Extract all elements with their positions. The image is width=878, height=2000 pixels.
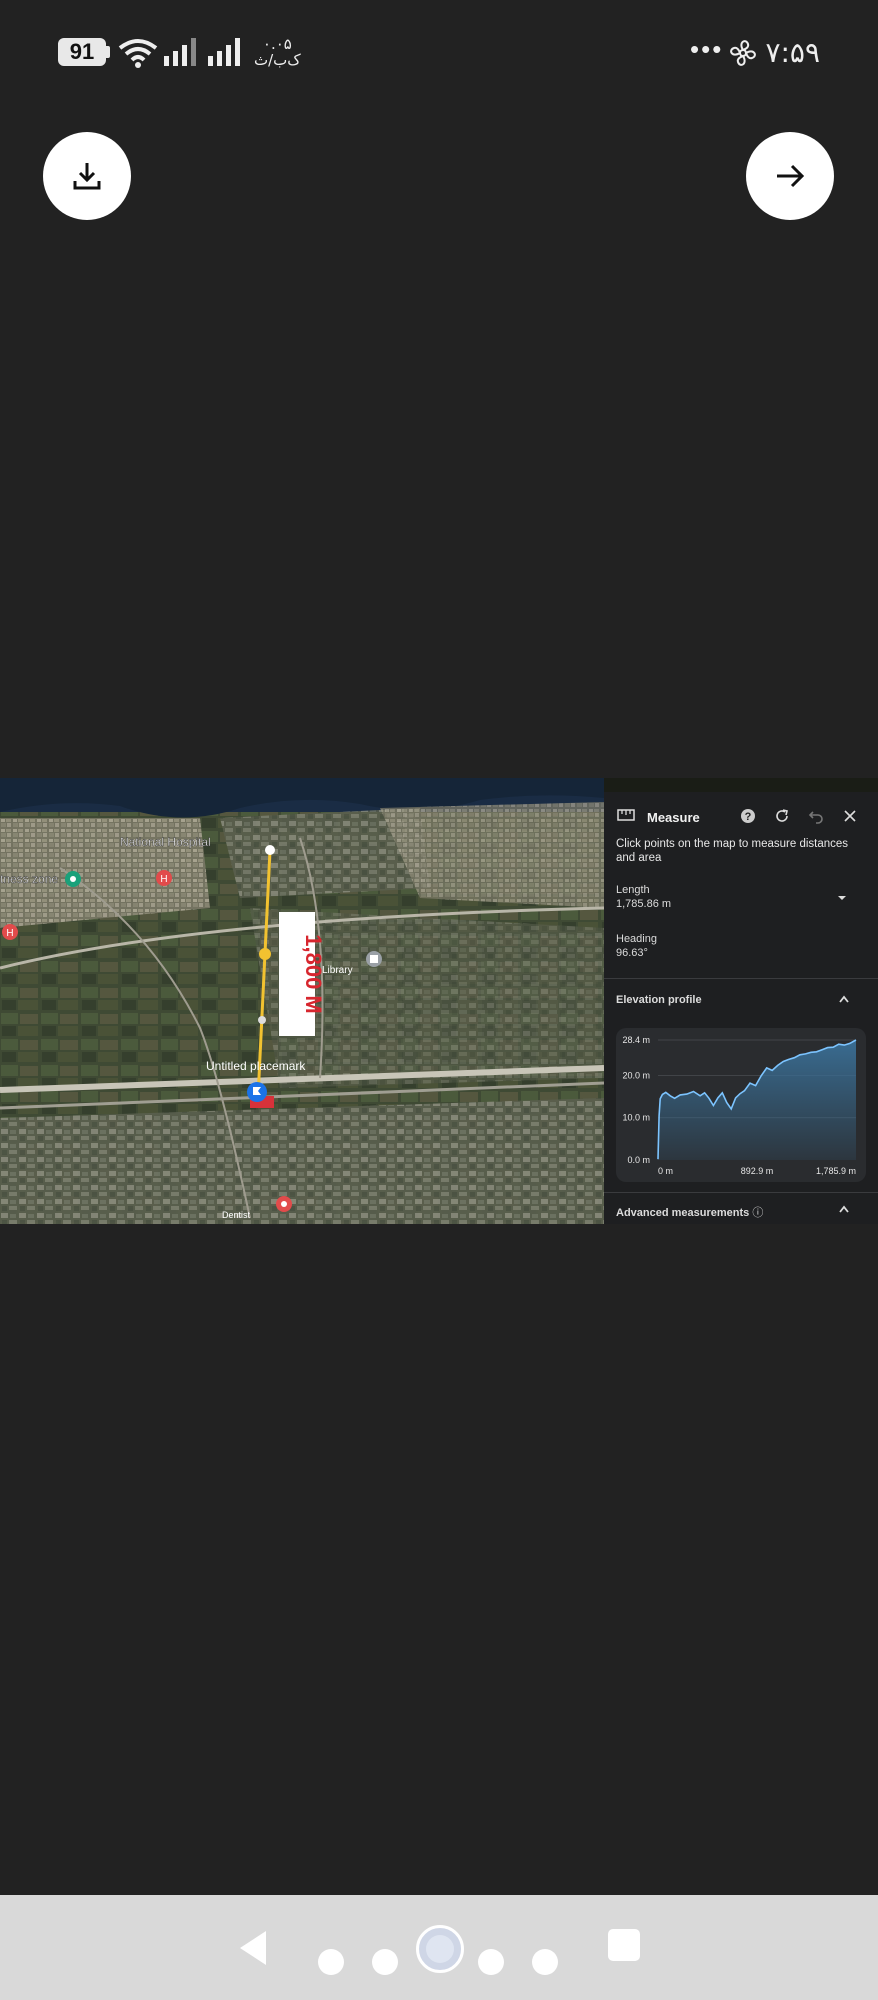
measure-instruction: Click points on the map to measure dista… xyxy=(616,838,849,864)
shared-screenshot[interactable]: 1,800 M H H National Hospital tness zone… xyxy=(0,778,878,1224)
fan-icon xyxy=(730,40,756,66)
recents-icon[interactable] xyxy=(608,1929,640,1961)
next-button[interactable] xyxy=(746,132,834,220)
elevation-chart[interactable]: 0.0 m 10.0 m 20.0 m 28.4 m 0 m 892.9 m 1,785.9… xyxy=(616,1028,866,1182)
status-clock: ۷:۵۹ xyxy=(765,36,820,69)
home-icon xyxy=(426,1935,454,1963)
elevation-area xyxy=(658,1040,856,1160)
elevation-chart-container: 0.0 m 10.0 m 20.0 m 28.4 m 0 m 892.9 m 1,785.9… xyxy=(616,1028,866,1182)
length-value: 1,785.86 m xyxy=(616,898,672,910)
info-icon: ⓘ xyxy=(752,1207,764,1219)
divider-2 xyxy=(604,1192,878,1193)
battery-tip xyxy=(106,46,110,58)
page-dot-4 xyxy=(532,1949,558,1975)
map-label-hospital: National Hospital xyxy=(120,835,211,849)
svg-text:?: ? xyxy=(745,811,752,823)
undo-icon[interactable] xyxy=(808,808,824,824)
hospital-marker-icon[interactable]: H xyxy=(156,870,172,886)
x-tick-label: 1,785.9 m xyxy=(816,1166,856,1176)
navigation-bar xyxy=(0,1895,878,2000)
satellite-map[interactable]: 1,800 M H H National Hospital tness zone… xyxy=(0,778,604,1224)
elevation-profile-title: Elevation profile xyxy=(616,994,702,1006)
ruler-icon xyxy=(617,809,635,821)
advanced-measurements-title: Advanced measurements xyxy=(616,1207,750,1219)
placemark-pin-icon[interactable] xyxy=(247,1082,267,1102)
hospital-marker-2-icon[interactable]: H xyxy=(2,924,18,940)
svg-text:H: H xyxy=(160,874,167,885)
wifi-icon xyxy=(118,39,158,68)
length-unit-dropdown-icon[interactable] xyxy=(836,894,848,902)
download-button[interactable] xyxy=(43,132,131,220)
y-tick-label: 28.4 m xyxy=(622,1035,650,1045)
dentist-marker-icon[interactable] xyxy=(276,1196,292,1212)
x-tick-label: 892.9 m xyxy=(741,1166,774,1176)
page-dot-3 xyxy=(478,1949,504,1975)
y-tick-label: 10.0 m xyxy=(622,1113,650,1123)
help-icon[interactable]: ? xyxy=(740,808,756,824)
status-bar: 91 ۰.۰۵ ک‌ب/ث ••• ۷:۵۹ xyxy=(0,0,878,110)
map-label-library: Library xyxy=(322,965,353,976)
signal-strength-1-icon xyxy=(164,38,196,66)
y-tick-label: 0.0 m xyxy=(627,1155,650,1165)
signal-strength-2-icon xyxy=(208,38,240,66)
close-icon[interactable] xyxy=(842,808,858,824)
network-speed-unit: ک‌ب/ث xyxy=(254,51,301,69)
heading-value: 96.63° xyxy=(616,947,648,959)
measure-title: Measure xyxy=(647,810,700,825)
battery-indicator: 91 xyxy=(58,38,106,66)
library-marker-icon[interactable] xyxy=(366,951,382,967)
home-button[interactable] xyxy=(416,1925,464,1973)
network-speed: ۰.۰۵ ک‌ب/ث xyxy=(254,36,301,68)
x-tick-label: 0 m xyxy=(658,1166,673,1176)
back-icon[interactable] xyxy=(236,1929,270,1967)
length-label: Length xyxy=(616,884,650,896)
advanced-measurements-row[interactable]: Advanced measurements ⓘ xyxy=(616,1204,866,1220)
arrow-right-icon xyxy=(777,164,805,188)
map-label-dentist: Dentist xyxy=(222,1210,251,1220)
page-dot-2 xyxy=(372,1949,398,1975)
map-label-fitness: tness zone xyxy=(0,872,58,886)
download-icon xyxy=(73,163,101,190)
more-notifications-dots: ••• xyxy=(690,34,724,64)
map-label-placemark: Untitled placemark xyxy=(206,1059,306,1073)
network-speed-value: ۰.۰۵ xyxy=(262,35,292,53)
chevron-up-2-icon[interactable] xyxy=(838,1204,850,1214)
y-tick-label: 20.0 m xyxy=(622,1070,650,1080)
measure-panel: Measure ? Click points on the map to mea… xyxy=(604,792,878,1224)
fitness-marker-icon[interactable] xyxy=(65,871,81,887)
refresh-icon[interactable] xyxy=(774,808,790,824)
heading-label: Heading xyxy=(616,933,657,945)
svg-text:H: H xyxy=(6,928,13,939)
chevron-up-icon[interactable] xyxy=(838,994,850,1004)
page-dot-1 xyxy=(318,1949,344,1975)
divider xyxy=(604,978,878,979)
